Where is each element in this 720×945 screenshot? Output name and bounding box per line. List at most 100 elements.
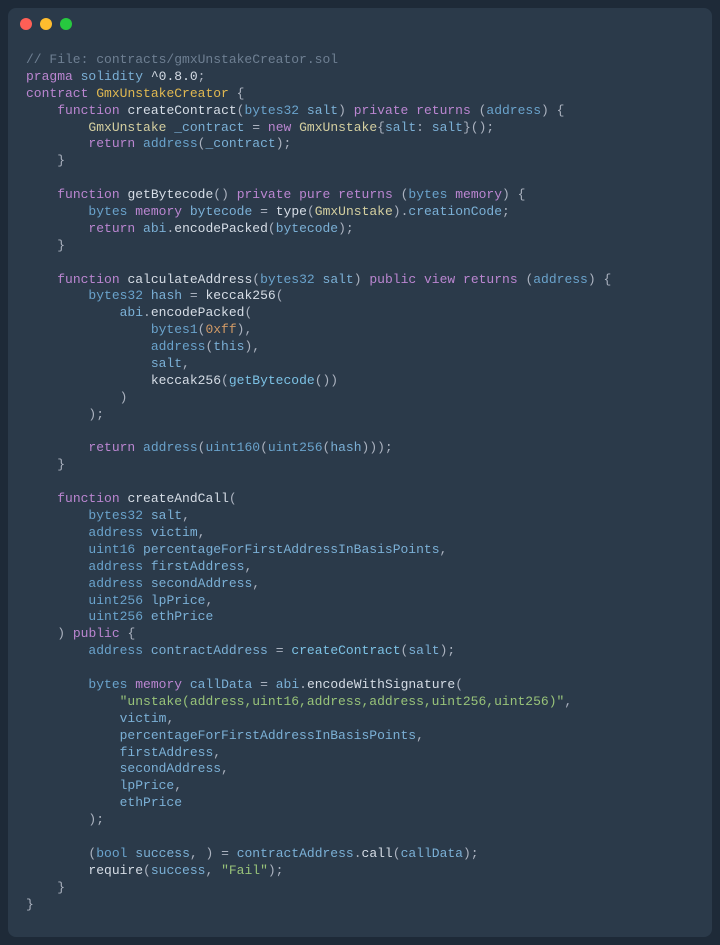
solidity-ident: solidity bbox=[81, 69, 143, 84]
memory-kw: memory bbox=[135, 204, 182, 219]
createcontract-call: createContract bbox=[291, 643, 400, 658]
pragma-kw: pragma bbox=[26, 69, 73, 84]
function-kw: function bbox=[57, 272, 119, 287]
p4-name: firstAddress bbox=[151, 559, 245, 574]
arg6: ethPrice bbox=[120, 795, 182, 810]
contract-name: GmxUnstakeCreator bbox=[96, 86, 229, 101]
arg5: lpPrice bbox=[120, 778, 175, 793]
new-kw: new bbox=[268, 120, 291, 135]
hash-type: bytes32 bbox=[88, 288, 143, 303]
contractaddress-ref: contractAddress bbox=[237, 846, 354, 861]
version: ^0.8.0 bbox=[151, 69, 198, 84]
success-name: success bbox=[135, 846, 190, 861]
hex-ff: 0xff bbox=[205, 322, 236, 337]
bytes1: bytes1 bbox=[151, 322, 198, 337]
p6-type: uint256 bbox=[88, 593, 143, 608]
type-arg: GmxUnstake bbox=[315, 204, 393, 219]
salt-key: salt bbox=[385, 120, 416, 135]
view-kw: view bbox=[424, 272, 455, 287]
function-kw: function bbox=[57, 187, 119, 202]
ret-type: bytes bbox=[408, 187, 447, 202]
p3-type: uint16 bbox=[88, 542, 135, 557]
hash-arg: hash bbox=[330, 440, 361, 455]
addr-arg: _contract bbox=[205, 136, 275, 151]
function-kw: function bbox=[57, 491, 119, 506]
p5-name: secondAddress bbox=[151, 576, 252, 591]
p1-type: bytes32 bbox=[88, 508, 143, 523]
keccak: keccak256 bbox=[151, 373, 221, 388]
local-name: bytecode bbox=[190, 204, 252, 219]
address-cast: address bbox=[143, 440, 198, 455]
p2-name: victim bbox=[151, 525, 198, 540]
returns-kw: returns bbox=[416, 103, 471, 118]
minimize-icon[interactable] bbox=[40, 18, 52, 30]
getbytecode-call: getBytecode bbox=[229, 373, 315, 388]
arg2: percentageForFirstAddressInBasisPoints bbox=[120, 728, 416, 743]
p6-name: lpPrice bbox=[151, 593, 206, 608]
fn-createcontract: createContract bbox=[127, 103, 236, 118]
code-window: // File: contracts/gmxUnstakeCreator.sol… bbox=[8, 8, 712, 937]
p2-type: address bbox=[88, 525, 143, 540]
hash-name: hash bbox=[151, 288, 182, 303]
local1-type: address bbox=[88, 643, 143, 658]
salt-arg: salt bbox=[151, 356, 182, 371]
uint256: uint256 bbox=[268, 440, 323, 455]
p5-type: address bbox=[88, 576, 143, 591]
encodewithsig: encodeWithSignature bbox=[307, 677, 455, 692]
public-kw: public bbox=[73, 626, 120, 641]
fn-createandcall: createAndCall bbox=[127, 491, 228, 506]
close-icon[interactable] bbox=[20, 18, 32, 30]
abi: abi bbox=[143, 221, 166, 236]
this: this bbox=[213, 339, 244, 354]
createcontract-arg: salt bbox=[408, 643, 439, 658]
code-block: // File: contracts/gmxUnstakeCreator.sol… bbox=[8, 40, 712, 937]
fail-str: "Fail" bbox=[221, 863, 268, 878]
local-type: GmxUnstake bbox=[88, 120, 166, 135]
local2-type: bytes bbox=[88, 677, 127, 692]
bool-type: bool bbox=[96, 846, 127, 861]
uint160: uint160 bbox=[205, 440, 260, 455]
return-kw: return bbox=[88, 440, 135, 455]
local-name: _contract bbox=[174, 120, 244, 135]
private-kw: private bbox=[354, 103, 409, 118]
arg: bytecode bbox=[276, 221, 338, 236]
pure-kw: pure bbox=[299, 187, 330, 202]
p1-name: salt bbox=[151, 508, 182, 523]
require-arg: success bbox=[151, 863, 206, 878]
returns-kw: returns bbox=[463, 272, 518, 287]
address-cast: address bbox=[143, 136, 198, 151]
p4-type: address bbox=[88, 559, 143, 574]
memory-kw: memory bbox=[135, 677, 182, 692]
creationcode: creationCode bbox=[408, 204, 502, 219]
encodepacked: encodePacked bbox=[151, 305, 245, 320]
fn-getbytecode: getBytecode bbox=[127, 187, 213, 202]
returns-kw: returns bbox=[338, 187, 393, 202]
function-kw: function bbox=[57, 103, 119, 118]
local2-name: callData bbox=[190, 677, 252, 692]
address-call: address bbox=[151, 339, 206, 354]
maximize-icon[interactable] bbox=[60, 18, 72, 30]
salt-val: salt bbox=[432, 120, 463, 135]
param-type: bytes32 bbox=[244, 103, 299, 118]
param-type: bytes32 bbox=[260, 272, 315, 287]
window-titlebar bbox=[8, 8, 712, 40]
return-kw: return bbox=[88, 221, 135, 236]
local-type: bytes bbox=[88, 204, 127, 219]
contract-kw: contract bbox=[26, 86, 88, 101]
p3-name: percentageForFirstAddressInBasisPoints bbox=[143, 542, 439, 557]
call-method: call bbox=[362, 846, 393, 861]
require-call: require bbox=[88, 863, 143, 878]
ret-type: address bbox=[486, 103, 541, 118]
ret-type: address bbox=[533, 272, 588, 287]
arg3: firstAddress bbox=[120, 745, 214, 760]
calldata-ref: callData bbox=[401, 846, 463, 861]
local1-name: contractAddress bbox=[151, 643, 268, 658]
memory-kw: memory bbox=[455, 187, 502, 202]
abi: abi bbox=[276, 677, 299, 692]
arg1: victim bbox=[120, 711, 167, 726]
encodepacked: encodePacked bbox=[174, 221, 268, 236]
type-kw: type bbox=[276, 204, 307, 219]
fn-calcaddr: calculateAddress bbox=[127, 272, 252, 287]
param-name: salt bbox=[323, 272, 354, 287]
p7-name: ethPrice bbox=[151, 609, 213, 624]
